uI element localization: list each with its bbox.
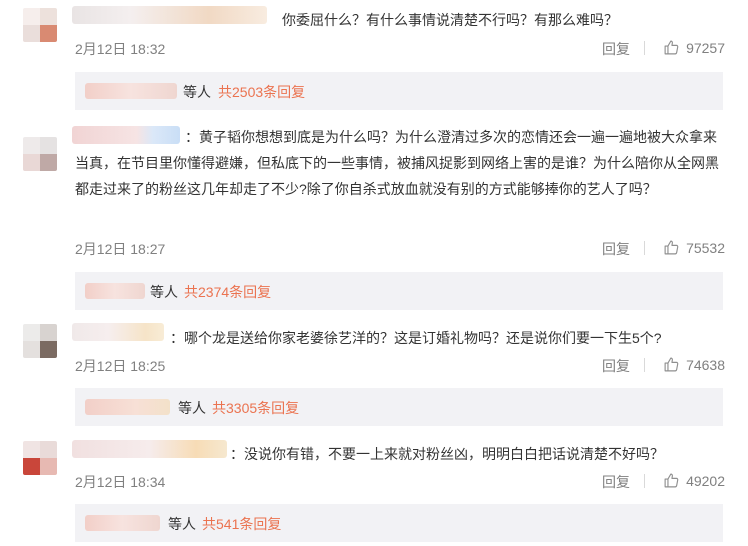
reply-users-blurred xyxy=(85,399,170,415)
sub-replies-box[interactable]: 等人 共3305条回复 xyxy=(75,388,723,426)
reply-button[interactable]: 回复 xyxy=(602,239,630,259)
like-button[interactable]: 49202 xyxy=(663,472,725,489)
sub-replies-box[interactable]: 等人 共2374条回复 xyxy=(75,272,723,310)
sub-replies-box[interactable]: 等人 共541条回复 xyxy=(75,504,723,542)
comment-date: 2月12日 18:34 xyxy=(75,474,166,490)
username-blurred[interactable] xyxy=(72,6,267,24)
view-replies-link[interactable]: 共541条回复 xyxy=(202,514,281,534)
comment-date: 2月12日 18:25 xyxy=(75,358,166,374)
reply-button[interactable]: 回复 xyxy=(602,356,630,376)
like-count: 49202 xyxy=(686,472,725,489)
reply-users-suffix: 等人 xyxy=(183,84,211,100)
like-button[interactable]: 75532 xyxy=(663,239,725,256)
comment-text: ：哪个龙是送给你家老婆徐艺洋的？这是订婚礼物吗？还是说你们要一下生5个? xyxy=(170,330,662,346)
thumbs-up-icon xyxy=(664,240,679,255)
reply-users-blurred xyxy=(85,83,177,99)
like-button[interactable]: 97257 xyxy=(663,39,725,56)
reply-users-suffix: 等人 xyxy=(168,516,196,532)
divider xyxy=(644,358,645,372)
like-button[interactable]: 74638 xyxy=(663,356,725,373)
divider xyxy=(644,41,645,55)
avatar[interactable] xyxy=(23,441,57,475)
comment-meta: 2月12日 18:34 回复 49202 xyxy=(75,472,725,492)
comment-text: ：黄子韬你想想到底是为什么吗？为什么澄清过多次的恋情还会一遍一遍地被大众拿来当真… xyxy=(75,129,719,197)
username-blurred[interactable] xyxy=(72,440,227,458)
avatar[interactable] xyxy=(23,137,57,171)
comment-text: 你委屈什么？有什么事情说清楚不行吗？有那么难吗？ xyxy=(282,12,618,28)
like-count: 75532 xyxy=(686,239,725,256)
username-blurred[interactable] xyxy=(72,323,164,341)
divider xyxy=(644,241,645,255)
thumbs-up-icon xyxy=(664,40,679,55)
comment-meta: 2月12日 18:27 回复 75532 xyxy=(75,239,725,259)
comment-meta: 2月12日 18:32 回复 97257 xyxy=(75,39,725,59)
avatar[interactable] xyxy=(23,8,57,42)
comment-text: ：没说你有错，不要一上来就对粉丝凶，明明白白把话说清楚不好吗？ xyxy=(230,446,664,462)
reply-button[interactable]: 回复 xyxy=(602,472,630,492)
like-count: 97257 xyxy=(686,39,725,56)
comment-date: 2月12日 18:27 xyxy=(75,241,166,257)
thumbs-up-icon xyxy=(664,473,679,488)
view-replies-link[interactable]: 共2374条回复 xyxy=(184,282,271,302)
avatar[interactable] xyxy=(23,324,57,358)
reply-users-blurred xyxy=(85,515,160,531)
reply-button[interactable]: 回复 xyxy=(602,39,630,59)
view-replies-link[interactable]: 共2503条回复 xyxy=(218,82,305,102)
reply-users-blurred xyxy=(85,283,145,299)
comment-date: 2月12日 18:32 xyxy=(75,41,166,57)
thumbs-up-icon xyxy=(664,357,679,372)
divider xyxy=(644,474,645,488)
comment-meta: 2月12日 18:25 回复 74638 xyxy=(75,356,725,376)
view-replies-link[interactable]: 共3305条回复 xyxy=(212,398,299,418)
reply-users-suffix: 等人 xyxy=(150,284,178,300)
sub-replies-box[interactable]: 等人 共2503条回复 xyxy=(75,72,723,110)
like-count: 74638 xyxy=(686,356,725,373)
reply-users-suffix: 等人 xyxy=(178,400,206,416)
